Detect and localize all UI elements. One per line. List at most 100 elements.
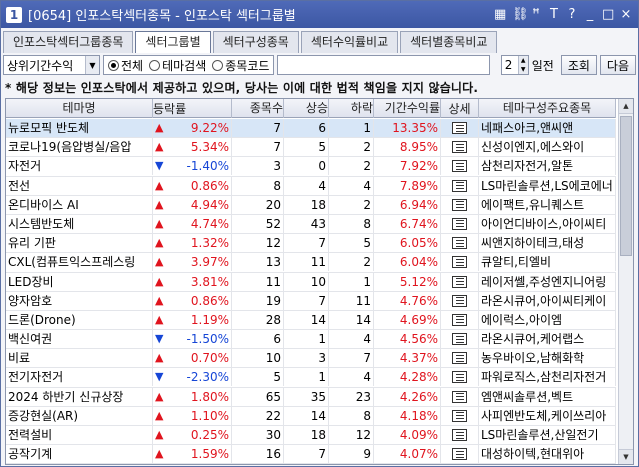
detail-cell[interactable] [441,310,479,329]
detail-list-icon[interactable] [452,217,467,230]
table-row[interactable]: 유리 기판 ▲ 1.32% 12 7 5 6.05% 씨앤지하이테크,태성 [6,234,616,254]
detail-cell[interactable] [441,214,479,233]
scrollbar-thumb[interactable] [620,116,632,256]
next-button[interactable]: 다음 [599,55,636,75]
column-header-4[interactable]: 하락 [329,99,374,118]
detail-list-icon[interactable] [452,429,467,441]
detail-list-icon[interactable] [452,237,467,250]
table-row[interactable]: 전선 ▲ 0.86% 8 4 4 7.89% LS마린솔루션,LS에코에너 [6,176,616,196]
stepper-arrows-icon[interactable]: ▲ ▼ [517,56,528,74]
table-row[interactable]: 전력설비 ▲ 0.25% 30 18 12 4.09% LS마린솔루션,산일전기 [6,426,616,446]
radio-option-1[interactable]: 테마검색 [149,57,206,74]
detail-list-icon[interactable] [452,371,467,384]
tab-3[interactable]: 섹터수익률비교 [300,31,399,53]
table-row[interactable]: 전기자전거 ▼ -2.30% 5 1 4 4.28% 파워로직스,삼천리자전거 [6,368,616,388]
detail-list-icon[interactable] [452,390,467,403]
table-row[interactable]: CXL(컴퓨트익스프레스링 ▲ 3.97% 13 11 2 6.04% 큐알티,티엘비 [6,253,616,273]
detail-list-icon[interactable] [452,179,467,192]
chevron-down-icon[interactable]: ▼ [85,56,99,74]
day-stepper[interactable]: 2 ▲ ▼ [500,55,529,75]
close-icon[interactable]: × [620,7,632,22]
font-icon[interactable]: ꟸ [530,7,542,22]
detail-cell[interactable] [441,426,479,444]
change-rate-value: 1.80% [190,389,229,404]
detail-cell[interactable] [441,195,479,214]
radio-option-2[interactable]: 종목코드 [212,57,269,74]
radio-dot-icon[interactable] [149,59,161,71]
detail-cell[interactable] [441,349,479,368]
chain-icon[interactable]: ⛓ [512,7,529,22]
triangle-up-icon: ▲ [155,274,164,288]
detail-cell[interactable] [441,119,479,137]
tab-0[interactable]: 인포스탁섹터그룹종목 [3,31,134,53]
minimize-icon[interactable]: _ [584,7,596,22]
period-return: 5.12% [374,272,441,291]
detail-list-icon[interactable] [452,198,467,211]
table-row[interactable]: 온디바이스 AI ▲ 4.94% 20 18 2 6.94% 에이팩트,유니퀘스트 [6,195,616,215]
detail-list-icon[interactable] [452,294,467,307]
column-header-2[interactable]: 종목수 [232,99,284,118]
table-row[interactable]: 2024 하반기 신규상장 ▲ 1.80% 65 35 23 4.26% 엠앤씨솔루션,벡트 [6,387,616,407]
grid-icon[interactable]: ▦ [494,7,506,22]
detail-list-icon[interactable] [452,160,467,173]
detail-list-icon[interactable] [452,409,467,422]
detail-list-icon[interactable] [452,448,467,461]
detail-cell[interactable] [441,272,479,291]
detail-cell[interactable] [441,387,479,406]
table-row[interactable]: 백신여권 ▼ -1.50% 6 1 4 4.56% 라온시큐어,케어랩스 [6,330,616,350]
up-count: 18 [284,426,329,444]
table-row[interactable]: 시스템반도체 ▲ 4.74% 52 43 8 6.74% 아이언디바이스,아이씨티 [6,214,616,235]
scroll-up-icon[interactable]: ▲ [619,99,633,114]
help-icon[interactable]: ? [566,7,578,22]
detail-cell[interactable] [441,330,479,349]
column-header-0[interactable]: 테마명 [6,99,153,118]
column-header-6[interactable]: 상세 [441,99,479,118]
detail-cell[interactable] [441,445,479,464]
table-row[interactable]: 증강현실(AR) ▲ 1.10% 22 14 8 4.18% 사피엔반도체,케이쓰리아 [6,406,616,426]
t-icon[interactable]: T [548,7,560,22]
tab-2[interactable]: 섹터구성종목 [212,31,299,53]
detail-list-icon[interactable] [452,141,467,154]
radio-dot-icon[interactable] [108,59,119,71]
vertical-scrollbar[interactable]: ▲ ▼ [618,99,633,464]
maximize-icon[interactable]: □ [602,7,614,22]
radio-dot-icon[interactable] [212,59,224,71]
detail-cell[interactable] [441,291,479,310]
detail-cell[interactable] [441,157,479,176]
screen-number-badge[interactable]: 1 [6,6,22,23]
column-header-7[interactable]: 테마구성주요종목 [479,99,616,118]
column-header-1[interactable]: 등락률 [153,99,232,118]
detail-list-icon[interactable] [452,256,467,269]
detail-cell[interactable] [441,234,479,253]
column-header-5[interactable]: 기간수익률 [374,99,441,118]
sort-select[interactable]: 상위기간수익 ▼ [3,55,100,75]
detail-list-icon[interactable] [452,352,467,365]
change-rate-value: 0.86% [190,178,229,193]
table-row[interactable]: 양자암호 ▲ 0.86% 19 7 11 4.76% 라온시큐어,아이씨티케이 [6,291,616,311]
table-row[interactable]: 뉴로모픽 반도체 ▲ 9.22% 7 6 1 13.35% 네패스아크,앤씨앤 [6,119,616,139]
detail-cell[interactable] [441,464,479,465]
table-row[interactable]: 드론(Drone) ▲ 1.19% 28 14 14 4.69% 에이럭스,아이엠 [6,310,616,331]
table-row[interactable]: LED장비 ▲ 3.81% 11 10 1 5.12% 레이저쎌,주성엔지니어링 [6,272,616,292]
table-row[interactable]: PCB(FPCB 등)▲ 1.20%301983.97% 와이제이링크,성우테크론 [6,464,616,465]
detail-cell[interactable] [441,138,479,157]
scroll-down-icon[interactable]: ▼ [619,449,633,464]
table-row[interactable]: 비료 ▲ 0.70% 10 3 7 4.37% 농우바이오,남해화학 [6,349,616,369]
table-row[interactable]: 공작기계 ▲ 1.59% 16 7 9 4.07% 대성하이텍,현대위아 [6,445,616,464]
code-input[interactable] [277,55,491,75]
table-row[interactable]: 자전거 ▼ -1.40% 3 0 2 7.92% 삼천리자전거,알톤 [6,157,616,177]
detail-list-icon[interactable] [452,275,467,288]
search-button[interactable]: 조회 [560,55,597,75]
detail-cell[interactable] [441,368,479,387]
detail-cell[interactable] [441,253,479,272]
detail-list-icon[interactable] [452,333,467,346]
detail-list-icon[interactable] [452,313,467,326]
detail-list-icon[interactable] [452,122,467,134]
detail-cell[interactable] [441,406,479,425]
table-row[interactable]: 코로나19(음압병실/음압 ▲ 5.34% 7 5 2 8.95% 신성이엔지,에스와이 [6,138,616,158]
column-header-3[interactable]: 상승 [284,99,329,118]
detail-cell[interactable] [441,176,479,195]
tab-4[interactable]: 섹터별종목비교 [400,31,498,53]
tab-1[interactable]: 섹터그룹별 [135,31,211,53]
radio-option-0[interactable]: 전체 [108,57,143,74]
